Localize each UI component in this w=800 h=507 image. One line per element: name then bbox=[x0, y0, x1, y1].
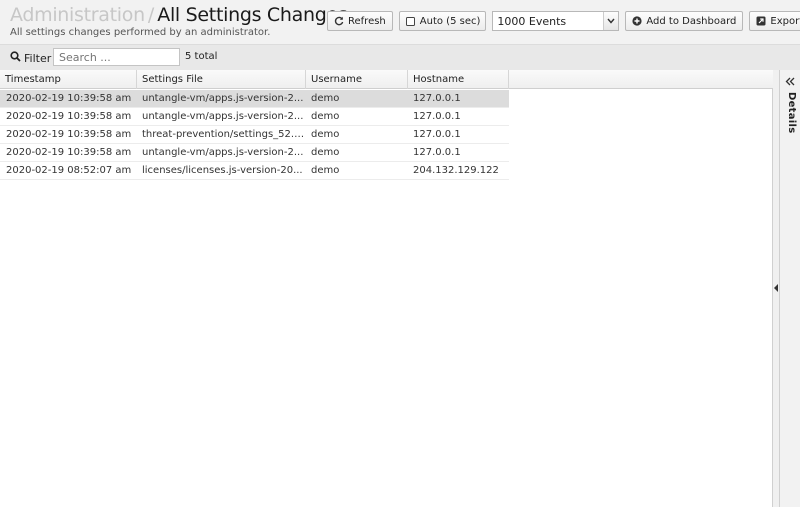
cell-timestamp: 2020-02-19 10:39:58 am bbox=[6, 111, 132, 122]
cell-hostname: 127.0.0.1 bbox=[413, 93, 461, 104]
breadcrumb-administration[interactable]: Administration bbox=[10, 4, 145, 26]
cell-timestamp: 2020-02-19 10:39:58 am bbox=[6, 147, 132, 158]
export-data-button[interactable]: Export Data bbox=[749, 11, 800, 31]
cell-timestamp: 2020-02-19 10:39:58 am bbox=[6, 93, 132, 104]
details-label[interactable]: Details bbox=[783, 92, 797, 134]
cell-username: demo bbox=[311, 129, 340, 140]
settings-changes-grid: Timestamp Settings File Username Hostnam… bbox=[0, 70, 773, 507]
cell-settings-file: untangle-vm/apps.js-version-2... bbox=[142, 111, 304, 122]
cell-settings-file: untangle-vm/apps.js-version-2... bbox=[142, 93, 304, 104]
cell-hostname: 127.0.0.1 bbox=[413, 111, 461, 122]
chevron-down-icon[interactable] bbox=[603, 12, 619, 30]
cell-settings-file: untangle-vm/apps.js-version-2... bbox=[142, 147, 304, 158]
cell-hostname: 127.0.0.1 bbox=[413, 129, 461, 140]
auto-refresh-toggle[interactable]: Auto (5 sec) bbox=[398, 11, 487, 31]
refresh-label: Refresh bbox=[348, 15, 386, 27]
total-count: 5 total bbox=[185, 51, 218, 62]
events-limit-value: 1000 Events bbox=[497, 14, 567, 28]
details-panel: Details bbox=[779, 70, 800, 507]
filter-label: Filter bbox=[10, 51, 51, 65]
plus-circle-icon bbox=[631, 16, 642, 27]
toolbar: Refresh Auto (5 sec) 1000 Events Add to … bbox=[327, 11, 800, 31]
table-row[interactable]: 2020-02-19 10:39:58 am untangle-vm/apps.… bbox=[0, 108, 509, 126]
cell-settings-file: threat-prevention/settings_52.j... bbox=[142, 129, 305, 140]
page-header: Administration / All Settings Changes All … bbox=[0, 0, 800, 44]
export-data-label: Export Data bbox=[770, 15, 800, 27]
table-row[interactable]: 2020-02-19 08:52:07 am licenses/licenses… bbox=[0, 162, 509, 180]
search-input[interactable] bbox=[53, 48, 180, 66]
grid-header: Timestamp Settings File Username Hostnam… bbox=[0, 70, 773, 89]
add-to-dashboard-button[interactable]: Add to Dashboard bbox=[625, 11, 744, 31]
column-header-timestamp[interactable]: Timestamp bbox=[0, 70, 137, 89]
search-icon bbox=[10, 51, 21, 65]
refresh-icon bbox=[333, 16, 344, 27]
cell-timestamp: 2020-02-19 08:52:07 am bbox=[6, 165, 132, 176]
auto-refresh-label: Auto (5 sec) bbox=[419, 15, 481, 27]
settings-changes-page: Administration / All Settings Changes All … bbox=[0, 0, 800, 507]
events-limit-select[interactable]: 1000 Events bbox=[492, 11, 620, 31]
filter-bar: Filter 5 total bbox=[0, 44, 800, 70]
collapse-arrow-icon[interactable] bbox=[774, 284, 778, 292]
column-header-settings-file[interactable]: Settings File bbox=[137, 70, 306, 89]
expand-details-icon[interactable] bbox=[783, 76, 796, 87]
page-subtitle: All settings changes performed by an adm… bbox=[10, 27, 271, 38]
column-header-username[interactable]: Username bbox=[306, 70, 408, 89]
page-title: All Settings Changes bbox=[157, 4, 348, 26]
cell-username: demo bbox=[311, 93, 340, 104]
add-to-dashboard-label: Add to Dashboard bbox=[646, 15, 737, 27]
table-row[interactable]: 2020-02-19 10:39:58 am untangle-vm/apps.… bbox=[0, 144, 509, 162]
cell-hostname: 127.0.0.1 bbox=[413, 147, 461, 158]
cell-username: demo bbox=[311, 147, 340, 158]
breadcrumb-separator: / bbox=[147, 4, 155, 26]
cell-username: demo bbox=[311, 111, 340, 122]
external-link-icon bbox=[755, 16, 766, 27]
table-row[interactable]: 2020-02-19 10:39:58 am untangle-vm/apps.… bbox=[0, 90, 509, 108]
column-header-hostname[interactable]: Hostname bbox=[408, 70, 509, 89]
cell-timestamp: 2020-02-19 10:39:58 am bbox=[6, 129, 132, 140]
checkbox-icon bbox=[405, 16, 416, 27]
cell-settings-file: licenses/licenses.js-version-20... bbox=[142, 165, 303, 176]
breadcrumb: Administration / All Settings Changes bbox=[10, 4, 348, 26]
cell-username: demo bbox=[311, 165, 340, 176]
cell-hostname: 204.132.129.122 bbox=[413, 165, 499, 176]
table-row[interactable]: 2020-02-19 10:39:58 am threat-prevention… bbox=[0, 126, 509, 144]
refresh-button[interactable]: Refresh bbox=[327, 11, 393, 31]
